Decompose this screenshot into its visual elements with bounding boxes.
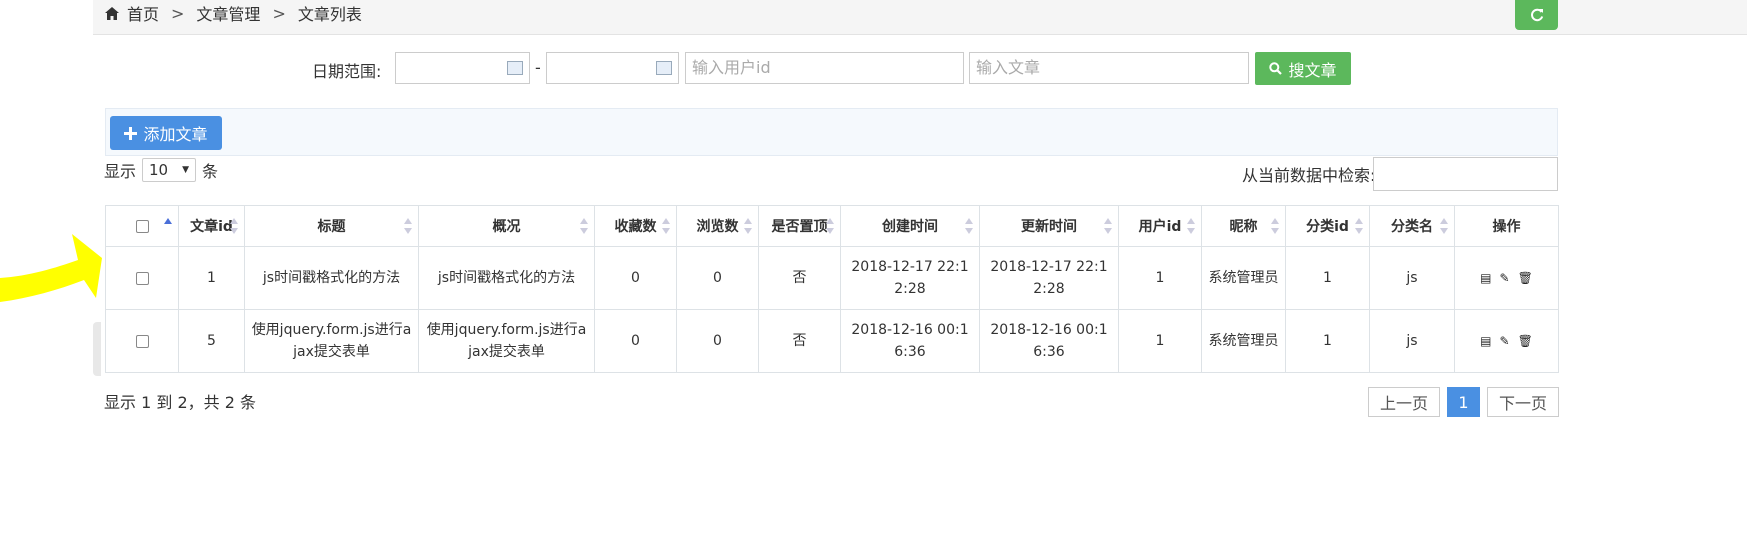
column-header: 操作: [1454, 205, 1559, 247]
select-all-header[interactable]: [105, 205, 179, 247]
sort-icon[interactable]: [230, 218, 238, 234]
cell-views: 0: [676, 246, 759, 310]
cell-favorites: 0: [594, 246, 677, 310]
article-input[interactable]: 输入文章: [969, 52, 1249, 84]
cell-user-id: 1: [1118, 309, 1202, 373]
cell-top: 否: [758, 309, 841, 373]
pencil-icon[interactable]: ✎: [1500, 267, 1510, 289]
trash-icon[interactable]: 🗑: [1518, 267, 1533, 289]
prev-page-button[interactable]: 上一页: [1368, 387, 1440, 417]
cell-summary: 使用jquery.form.js进行ajax提交表单: [418, 309, 595, 373]
cell-top: 否: [758, 246, 841, 310]
add-article-button[interactable]: 添加文章: [110, 116, 222, 150]
trash-icon[interactable]: 🗑: [1518, 330, 1533, 352]
caret-down-icon: ▼: [182, 165, 190, 175]
search-icon: [1269, 62, 1283, 75]
column-header[interactable]: 浏览数: [676, 205, 759, 247]
next-page-button[interactable]: 下一页: [1487, 387, 1559, 417]
row-checkbox[interactable]: [135, 271, 149, 285]
date-separator: -: [535, 58, 541, 77]
cell-nickname: 系统管理员: [1201, 309, 1286, 373]
table-search-label: 从当前数据中检索:: [1242, 166, 1376, 185]
column-header[interactable]: 标题: [244, 205, 419, 247]
page-size-control: 显示 10 ▼ 条: [104, 158, 218, 182]
cell-updated: 2018-12-16 00:16:36: [979, 309, 1119, 373]
breadcrumb-separator: >: [171, 3, 185, 23]
calendar-icon[interactable]: [507, 61, 523, 75]
sort-icon[interactable]: [826, 218, 834, 234]
annotation-arrow: [0, 234, 102, 302]
breadcrumb-home[interactable]: 首页: [127, 1, 159, 25]
sort-icon[interactable]: [965, 218, 973, 234]
cell-id: 1: [178, 246, 245, 310]
cell-category-id: 1: [1285, 309, 1370, 373]
sort-icon[interactable]: [1355, 218, 1363, 234]
sort-icon[interactable]: [662, 218, 670, 234]
user-id-input[interactable]: 输入用户id: [685, 52, 964, 84]
refresh-button[interactable]: [1515, 0, 1558, 30]
start-date-input[interactable]: [395, 52, 530, 84]
plus-icon: [124, 126, 138, 140]
breadcrumb: 首页 > 文章管理 > 文章列表: [105, 2, 362, 24]
sort-icon[interactable]: [164, 218, 172, 234]
sort-icon[interactable]: [1440, 218, 1448, 234]
cell-user-id: 1: [1118, 246, 1202, 310]
table-row: 5 使用jquery.form.js进行ajax提交表单 使用jquery.fo…: [105, 309, 1559, 373]
cell-created: 2018-12-17 22:12:28: [840, 246, 980, 310]
row-checkbox[interactable]: [135, 334, 149, 348]
cell-created: 2018-12-16 00:16:36: [840, 309, 980, 373]
column-header[interactable]: 昵称: [1201, 205, 1286, 247]
column-header[interactable]: 文章id: [178, 205, 245, 247]
breadcrumb-article-manage[interactable]: 文章管理: [196, 1, 260, 25]
page-1-button[interactable]: 1: [1447, 387, 1480, 417]
sidebar-collapse-handle[interactable]: [93, 322, 101, 376]
select-all-checkbox[interactable]: [135, 219, 149, 233]
cell-category-id: 1: [1285, 246, 1370, 310]
search-articles-button[interactable]: 搜文章: [1255, 52, 1351, 85]
refresh-icon: [1530, 8, 1543, 22]
column-header[interactable]: 分类id: [1285, 205, 1370, 247]
cell-favorites: 0: [594, 309, 677, 373]
sort-icon[interactable]: [404, 218, 412, 234]
page-size-select[interactable]: 10 ▼: [142, 158, 197, 182]
column-header[interactable]: 更新时间: [979, 205, 1119, 247]
view-icon[interactable]: ▤: [1480, 330, 1491, 352]
table-row: 1 js时间戳格式化的方法 js时间戳格式化的方法 0 0 否 2018-12-…: [105, 246, 1559, 310]
sort-icon[interactable]: [1187, 218, 1195, 234]
sort-icon[interactable]: [1271, 218, 1279, 234]
end-date-input[interactable]: [546, 52, 679, 84]
cell-title: 使用jquery.form.js进行ajax提交表单: [244, 309, 419, 373]
date-range-label: 日期范围:: [312, 62, 382, 81]
calendar-icon[interactable]: [656, 61, 672, 75]
cell-category-name: js: [1369, 309, 1455, 373]
column-header[interactable]: 创建时间: [840, 205, 980, 247]
article-table: 文章id 标题 概况 收藏数 浏览数 是否置顶 创建时间 更新时间 用户id 昵…: [105, 205, 1559, 373]
column-header[interactable]: 分类名: [1369, 205, 1455, 247]
cell-category-name: js: [1369, 246, 1455, 310]
breadcrumb-separator: >: [272, 3, 286, 23]
cell-title: js时间戳格式化的方法: [244, 246, 419, 310]
column-header[interactable]: 是否置顶: [758, 205, 841, 247]
toolbar-panel: [105, 108, 1558, 156]
table-header-row: 文章id 标题 概况 收藏数 浏览数 是否置顶 创建时间 更新时间 用户id 昵…: [105, 205, 1559, 247]
sort-icon[interactable]: [744, 218, 752, 234]
column-header[interactable]: 用户id: [1118, 205, 1202, 247]
cell-views: 0: [676, 309, 759, 373]
column-header[interactable]: 收藏数: [594, 205, 677, 247]
view-icon[interactable]: ▤: [1480, 267, 1491, 289]
pencil-icon[interactable]: ✎: [1500, 330, 1510, 352]
cell-id: 5: [178, 309, 245, 373]
home-icon: [105, 6, 119, 20]
cell-summary: js时间戳格式化的方法: [418, 246, 595, 310]
table-search-input[interactable]: [1373, 157, 1558, 191]
cell-updated: 2018-12-17 22:12:28: [979, 246, 1119, 310]
sort-icon[interactable]: [1104, 218, 1112, 234]
pagination-info: 显示 1 到 2，共 2 条: [104, 393, 256, 412]
cell-nickname: 系统管理员: [1201, 246, 1286, 310]
column-header[interactable]: 概况: [418, 205, 595, 247]
sort-icon[interactable]: [580, 218, 588, 234]
breadcrumb-article-list: 文章列表: [297, 5, 362, 24]
